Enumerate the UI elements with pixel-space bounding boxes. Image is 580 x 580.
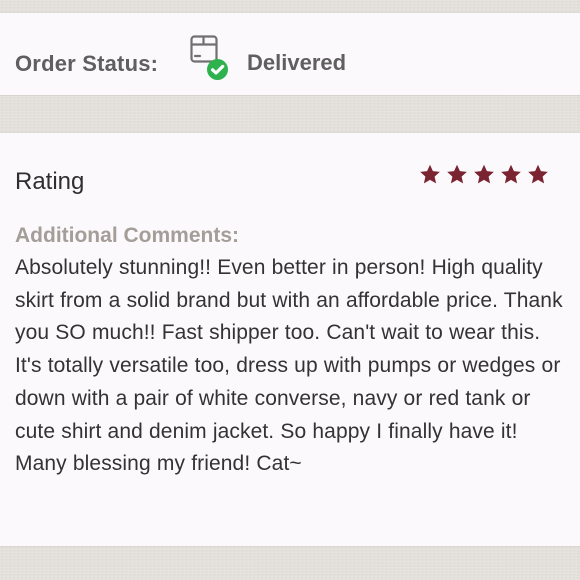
order-status-value: Delivered [247,50,347,75]
star-icon [474,164,494,184]
star-icon [501,164,521,184]
order-status-label: Order Status: [15,51,159,76]
star-rating [418,163,550,187]
star-icon [420,164,440,184]
star-icon [447,164,467,184]
rating-card: Rating Additional Comments: Absolutely s… [0,133,580,546]
rating-title: Rating [15,168,85,195]
additional-comments-text: Absolutely stunning!! Even better in per… [15,256,563,476]
order-status-card: Order Status: Delivered [0,13,580,95]
package-delivered-icon [189,32,233,82]
star-icon [528,164,548,184]
additional-comments-label: Additional Comments: [15,224,239,247]
